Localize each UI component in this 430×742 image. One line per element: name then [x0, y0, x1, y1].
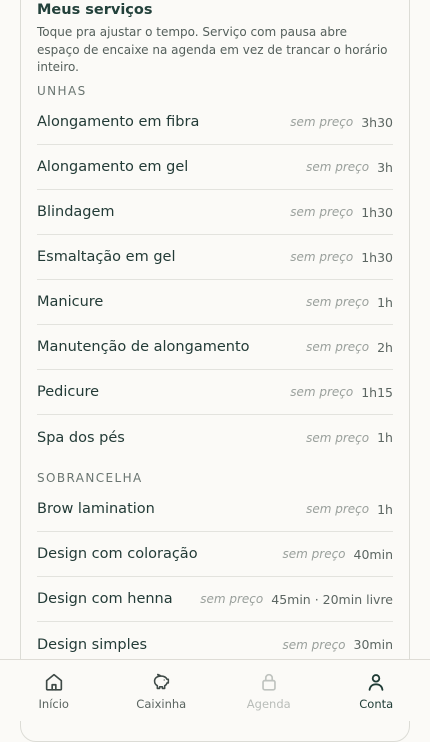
bottom-tab-bar: Início Caixinha Agenda Conta [0, 659, 430, 721]
service-row[interactable]: Brow lamination sem preço 1h [37, 487, 393, 532]
service-row[interactable]: Spa dos pés sem preço 1h [37, 415, 393, 460]
page-subtitle: Toque pra ajustar o tempo. Serviço com p… [37, 24, 393, 77]
service-name: Pedicure [37, 384, 99, 400]
tab-agenda[interactable]: Agenda [215, 660, 323, 721]
service-price: sem preço [283, 547, 346, 561]
service-row[interactable]: Alongamento em gel sem preço 3h [37, 145, 393, 190]
service-duration: 1h15 [361, 385, 393, 400]
service-row[interactable]: Alongamento em fibra sem preço 3h30 [37, 100, 393, 145]
service-name: Brow lamination [37, 501, 155, 517]
tab-caixinha[interactable]: Caixinha [108, 660, 216, 721]
service-row[interactable]: Esmaltação em gel sem preço 1h30 [37, 235, 393, 280]
service-row[interactable]: Design com coloração sem preço 40min [37, 532, 393, 577]
service-price: sem preço [200, 592, 263, 606]
service-name: Manicure [37, 294, 103, 310]
service-price: sem preço [306, 502, 369, 516]
service-price: sem preço [290, 205, 353, 219]
service-name: Design simples [37, 637, 147, 653]
tab-inicio[interactable]: Início [0, 660, 108, 721]
service-price: sem preço [306, 431, 369, 445]
tab-label: Início [39, 697, 69, 711]
service-duration: 30min [354, 637, 393, 652]
service-name: Esmaltação em gel [37, 249, 175, 265]
service-price: sem preço [290, 250, 353, 264]
service-name: Design com henna [37, 591, 173, 607]
piggy-bank-icon [150, 671, 172, 693]
service-row[interactable]: Design com henna sem preço 45min · 20min … [37, 577, 393, 622]
service-duration: 2h [377, 340, 393, 355]
service-duration: 3h30 [361, 115, 393, 130]
service-row[interactable]: Manutenção de alongamento sem preço 2h [37, 325, 393, 370]
service-price: sem preço [290, 115, 353, 129]
service-row[interactable]: Blindagem sem preço 1h30 [37, 190, 393, 235]
home-icon [43, 671, 65, 693]
service-price: sem preço [306, 340, 369, 354]
service-row[interactable]: Manicure sem preço 1h [37, 280, 393, 325]
section-header-sobrancelha: SOBRANCELHA [37, 471, 143, 485]
tab-label: Caixinha [136, 697, 186, 711]
tab-conta[interactable]: Conta [323, 660, 430, 721]
service-row[interactable]: Pedicure sem preço 1h15 [37, 370, 393, 415]
service-duration: 1h30 [361, 250, 393, 265]
page-title: Meus serviços [37, 2, 153, 18]
service-price: sem preço [306, 295, 369, 309]
service-name: Blindagem [37, 204, 115, 220]
service-duration: 1h [377, 295, 393, 310]
service-name: Alongamento em gel [37, 159, 188, 175]
tab-label: Conta [359, 697, 393, 711]
service-price: sem preço [290, 385, 353, 399]
service-name: Manutenção de alongamento [37, 339, 250, 355]
service-duration: 40min [354, 547, 393, 562]
service-duration: 45min · 20min livre [271, 592, 393, 607]
service-duration: 1h [377, 502, 393, 517]
lock-icon [258, 671, 280, 693]
service-duration: 3h [377, 160, 393, 175]
service-price: sem preço [306, 160, 369, 174]
service-duration: 1h30 [361, 205, 393, 220]
service-name: Spa dos pés [37, 430, 125, 446]
service-name: Alongamento em fibra [37, 114, 199, 130]
service-duration: 1h [377, 430, 393, 445]
section-header-unhas: UNHAS [37, 84, 87, 98]
service-name: Design com coloração [37, 546, 198, 562]
tab-label: Agenda [247, 697, 291, 711]
user-icon [365, 671, 387, 693]
service-price: sem preço [283, 638, 346, 652]
